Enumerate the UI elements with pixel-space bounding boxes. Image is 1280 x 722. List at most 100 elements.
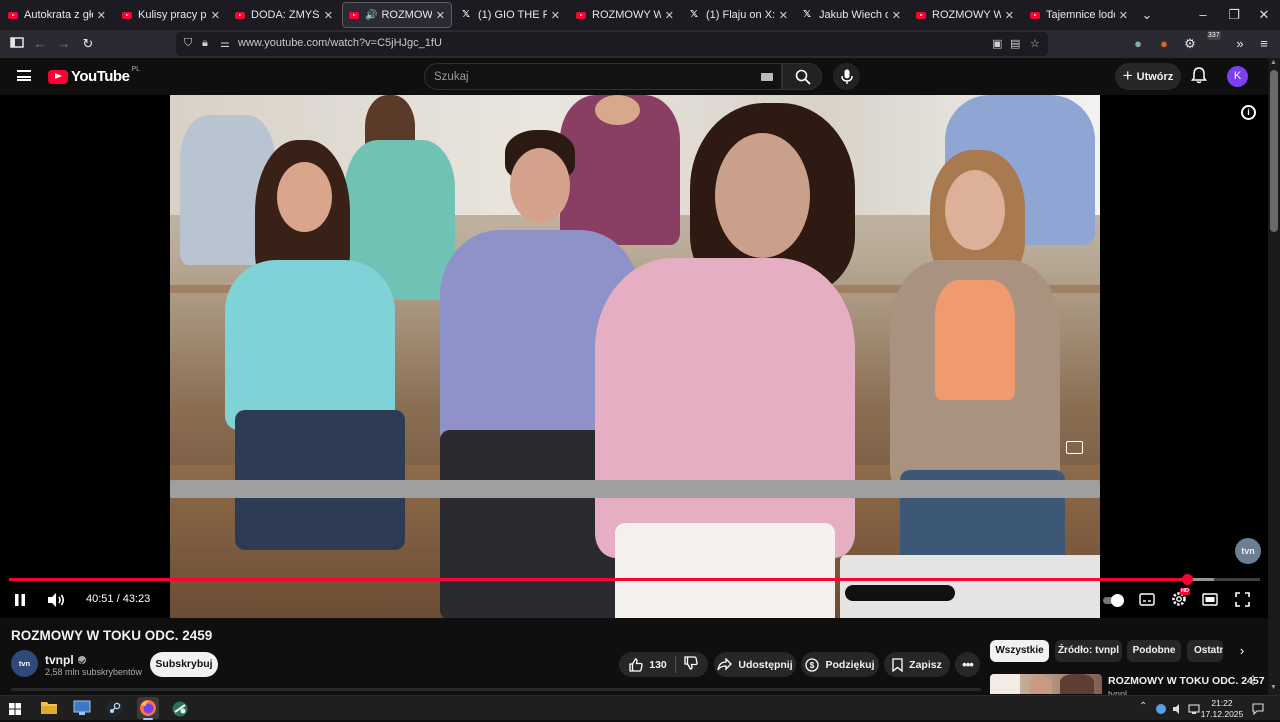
subtitles-button[interactable] xyxy=(1139,593,1155,607)
tray-chevron-up-icon[interactable]: ⌃ xyxy=(1139,701,1149,713)
speaker-icon[interactable]: 🔊 xyxy=(365,10,377,21)
browser-tab[interactable]: Tajemnice lodowca - ✕ xyxy=(1024,2,1134,28)
channel-name-row[interactable]: tvnpl xyxy=(45,653,86,667)
browser-tab[interactable]: ROZMOWY W TOKU ✕ xyxy=(570,2,680,28)
shield-icon[interactable]: ⛉ xyxy=(184,37,192,50)
firefox-icon[interactable] xyxy=(137,697,159,720)
browser-tab[interactable]: DODA: ZMYŚLONE ZA ✕ xyxy=(229,2,339,28)
video-frame[interactable] xyxy=(170,95,1100,618)
scrollbar-thumb[interactable] xyxy=(1270,70,1278,232)
browser-tab[interactable]: Autokrata z głogowsk ✕ xyxy=(2,2,112,28)
bookmark-star-icon[interactable]: ☆ xyxy=(1030,37,1040,50)
extension-icon[interactable]: ● xyxy=(1129,35,1147,53)
lock-icon[interactable]: 🔒︎ xyxy=(202,37,208,50)
reader-icon[interactable]: ▤ xyxy=(1010,37,1020,50)
scroll-up-icon[interactable]: ▲ xyxy=(1270,59,1277,66)
browser-tab[interactable]: Kulisy pracy prostytu ✕ xyxy=(116,2,226,28)
overflow-chevron-icon[interactable]: » xyxy=(1231,35,1249,53)
close-icon[interactable]: ✕ xyxy=(97,9,106,22)
file-explorer-icon[interactable] xyxy=(40,700,58,717)
dislike-button[interactable] xyxy=(684,656,698,673)
tab-overflow-chevron-icon[interactable]: ⌄ xyxy=(1137,6,1157,24)
close-icon[interactable]: ✕ xyxy=(1005,9,1014,22)
network-tray-icon[interactable] xyxy=(1188,702,1200,714)
menu-icon[interactable] xyxy=(17,70,31,81)
close-icon[interactable]: ✕ xyxy=(779,9,788,22)
url-text[interactable]: www.youtube.com/watch?v=C5jHJgc_1fU xyxy=(238,37,442,49)
tray-app-icon[interactable] xyxy=(1155,702,1167,714)
close-icon[interactable]: ✕ xyxy=(1119,9,1128,22)
permissions-icon[interactable]: ⚌ xyxy=(220,37,230,50)
chip-related[interactable]: Podobne xyxy=(1127,640,1181,662)
fullscreen-button[interactable] xyxy=(1235,592,1251,608)
theater-mode-button[interactable] xyxy=(1202,593,1218,607)
channel-name[interactable]: tvnpl xyxy=(45,653,74,667)
more-actions-button[interactable]: ••• xyxy=(955,652,980,677)
search-input[interactable]: Szukaj xyxy=(424,63,782,90)
subscribe-button[interactable]: Subskrybuj xyxy=(150,652,218,677)
search-button[interactable] xyxy=(782,63,822,90)
video-player[interactable]: i tvn 40:51 / 43:23 HD xyxy=(0,95,1268,618)
autoplay-toggle[interactable] xyxy=(1103,594,1125,607)
notifications-tray-icon[interactable] xyxy=(1252,702,1264,716)
progress-bar[interactable] xyxy=(9,574,1260,585)
account-avatar[interactable]: K xyxy=(1227,66,1248,87)
youtube-logo[interactable]: YouTube PL xyxy=(48,66,140,85)
app-icon[interactable] xyxy=(171,700,189,717)
close-icon[interactable]: ✕ xyxy=(665,9,674,22)
reload-icon[interactable]: ↻ xyxy=(79,35,97,53)
close-icon[interactable]: ✕ xyxy=(324,9,333,22)
voice-search-button[interactable] xyxy=(833,63,860,90)
minimize-icon[interactable]: – xyxy=(1193,6,1213,24)
forward-icon[interactable]: → xyxy=(55,35,73,53)
sidebar-toggle-icon[interactable] xyxy=(8,35,26,53)
channel-avatar[interactable]: tvn xyxy=(11,650,38,677)
create-button[interactable]: + Utwórz xyxy=(1115,63,1181,90)
window-close-icon[interactable]: ✕ xyxy=(1254,6,1274,24)
restore-icon[interactable]: ❐ xyxy=(1224,6,1244,24)
volume-button[interactable] xyxy=(46,592,66,608)
save-button[interactable]: Zapisz xyxy=(884,652,950,677)
address-bar[interactable]: ⛉ 🔒︎ ⚌ www.youtube.com/watch?v=C5jHJgc_1… xyxy=(176,32,1048,56)
extensions-puzzle-icon[interactable]: ⚙ xyxy=(1181,35,1199,53)
pause-button[interactable] xyxy=(13,593,29,609)
chip-source[interactable]: Źródło: tvnpl xyxy=(1055,640,1122,662)
browser-tab[interactable]: 𝕏 (1) GIO THE PIEKIELNY ✕ xyxy=(456,2,566,28)
more-vertical-icon[interactable]: ⋮ xyxy=(1247,673,1259,687)
scrubber-handle[interactable] xyxy=(1181,574,1193,585)
settings-button[interactable]: HD xyxy=(1171,588,1190,609)
close-icon[interactable]: ✕ xyxy=(892,9,901,22)
taskbar-clock[interactable]: 21:22 17.12.2025 xyxy=(1200,698,1244,719)
keyboard-icon[interactable] xyxy=(761,73,773,81)
close-icon[interactable]: ✕ xyxy=(436,9,445,22)
description-box-edge[interactable] xyxy=(11,688,981,691)
share-button[interactable]: Udostępnij xyxy=(714,652,796,677)
extension-icon[interactable]: ● xyxy=(1155,35,1173,53)
like-button[interactable]: 130 xyxy=(629,657,667,672)
chevron-right-icon[interactable]: › xyxy=(1234,643,1250,659)
close-icon[interactable]: ✕ xyxy=(551,9,560,22)
chip-all[interactable]: Wszystkie xyxy=(990,640,1049,662)
back-icon[interactable]: ← xyxy=(31,35,49,53)
windows-start-icon[interactable] xyxy=(9,702,21,715)
close-icon[interactable]: ✕ xyxy=(211,9,220,22)
app-menu-icon[interactable]: ≡ xyxy=(1255,35,1273,53)
browser-tab[interactable]: 𝕏 Jakub Wiech on X: "Z ✕ xyxy=(797,2,907,28)
thanks-button[interactable]: $ Podziękuj xyxy=(801,652,879,677)
browser-tab-active[interactable]: 🔊 ROZMOWY W TOKU ✕ xyxy=(342,2,452,28)
miniplayer-overlay-icon[interactable] xyxy=(1066,441,1083,454)
info-icon[interactable]: i xyxy=(1241,105,1256,120)
browser-tab[interactable]: 𝕏 (1) Flaju on X: "@maz ✕ xyxy=(684,2,794,28)
pip-icon[interactable]: ▣ xyxy=(992,37,1002,50)
scroll-down-icon[interactable]: ▼ xyxy=(1270,684,1277,691)
notifications-button[interactable] xyxy=(1190,66,1210,86)
chip-recent[interactable]: Ostatnio xyxy=(1187,640,1223,662)
page-scrollbar[interactable]: ▲ ▼ xyxy=(1268,58,1280,695)
steam-icon[interactable] xyxy=(106,700,124,717)
extension-badge-icon[interactable]: 337 xyxy=(1207,31,1225,53)
recommendation-thumbnail[interactable] xyxy=(990,674,1102,694)
recommendation-title[interactable]: ROZMOWY W TOKU ODC. 2457 xyxy=(1108,675,1265,687)
remote-desktop-icon[interactable] xyxy=(73,700,91,717)
volume-tray-icon[interactable] xyxy=(1172,702,1184,714)
browser-tab[interactable]: ROZMOWY W TOKU ✕ xyxy=(910,2,1020,28)
